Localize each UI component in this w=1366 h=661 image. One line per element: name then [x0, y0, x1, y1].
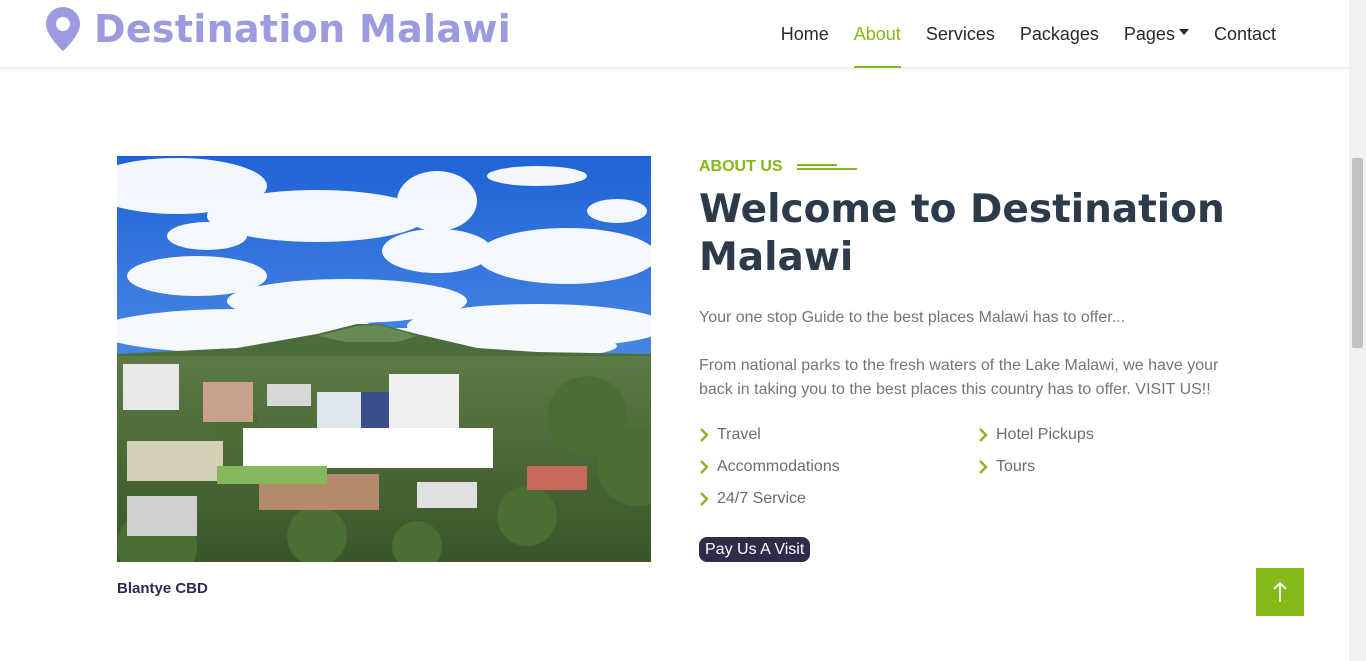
chevron-right-icon [700, 428, 709, 442]
city-landscape-illustration [117, 156, 651, 562]
label-decoration-lines [796, 164, 857, 170]
chevron-right-icon [979, 428, 988, 442]
feature-label: Tours [996, 458, 1036, 475]
feature-label: Accommodations [717, 458, 840, 475]
image-caption: Blantye CBD [117, 580, 208, 597]
nav-contact[interactable]: Contact [1214, 0, 1276, 68]
nav-about[interactable]: About [853, 0, 901, 68]
map-pin-icon [46, 7, 80, 51]
brand-name: Destination Malawi [94, 7, 512, 51]
nav-links: Home About Services Packages Pages Conta… [756, 0, 1276, 68]
about-image [117, 156, 651, 562]
brand-logo[interactable]: Destination Malawi [46, 6, 511, 52]
nav-packages[interactable]: Packages [1020, 0, 1099, 68]
nav-pages-dropdown[interactable]: Pages [1124, 0, 1189, 68]
nav-home[interactable]: Home [781, 0, 829, 68]
feature-item: Accommodations [699, 458, 840, 476]
feature-item: Tours [978, 458, 1035, 476]
page-title: Welcome to Destination Malawi [699, 187, 1225, 280]
navbar: Destination Malawi Home About Services P… [0, 0, 1349, 68]
section-label-text: ABOUT US [699, 158, 783, 175]
back-to-top-button[interactable] [1256, 568, 1304, 616]
intro-text: Your one stop Guide to the best places M… [699, 309, 1126, 326]
nav-services[interactable]: Services [926, 0, 995, 68]
vertical-scrollbar[interactable] [1349, 0, 1366, 661]
feature-item: Travel [699, 426, 761, 444]
nav-pages-label: Pages [1123, 23, 1175, 44]
arrow-up-icon [1273, 581, 1287, 602]
feature-label: Hotel Pickups [996, 426, 1094, 443]
pay-us-a-visit-button[interactable]: Pay Us A Visit [699, 537, 811, 562]
chevron-right-icon [700, 492, 709, 506]
caret-down-icon [1178, 29, 1189, 35]
feature-item: Hotel Pickups [978, 426, 1094, 444]
description-text: From national parks to the fresh waters … [699, 357, 1219, 398]
section-label: ABOUT US [699, 158, 857, 176]
chevron-right-icon [700, 460, 709, 474]
chevron-right-icon [979, 460, 988, 474]
feature-item: 24/7 Service [699, 490, 806, 508]
feature-label: 24/7 Service [717, 490, 806, 507]
scrollbar-thumb[interactable] [1352, 158, 1363, 348]
feature-label: Travel [717, 426, 761, 443]
